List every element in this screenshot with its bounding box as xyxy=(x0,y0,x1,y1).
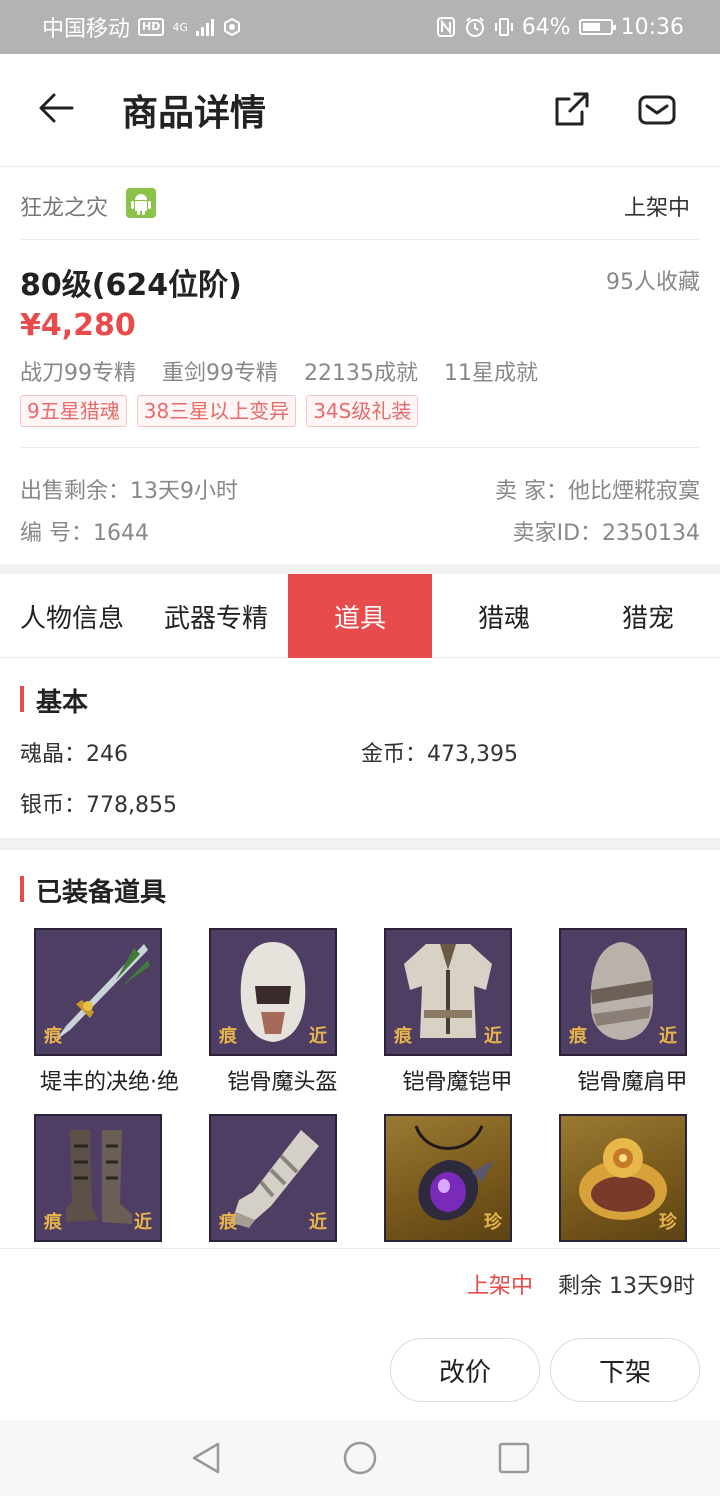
tab-items[interactable]: 道具 xyxy=(288,574,432,658)
shoulder-armor-icon: 痕 近 xyxy=(559,928,687,1056)
price: ¥4,280 xyxy=(20,308,136,343)
battery-percent: 64% xyxy=(521,14,571,40)
equipped-items-grid: 痕 堤丰的决绝·绝 痕 近 铠骨魔头盔 痕 近 铠骨魔铠甲 痕 近 铠骨魔肩甲 … xyxy=(0,928,720,1248)
feature-badge: 38三星以上变异 xyxy=(136,395,297,427)
listing-number: 编 号：1644 xyxy=(20,521,149,546)
android-icon xyxy=(126,188,156,218)
favorites-count: 95人收藏 xyxy=(606,270,700,295)
tab-soul-hunting[interactable]: 猎魂 xyxy=(432,574,576,658)
nav-recents-icon[interactable] xyxy=(496,1440,532,1476)
tag: 22135成就 xyxy=(304,361,418,386)
tag: 战刀99专精 xyxy=(20,361,136,386)
basic-section-title: 基本 xyxy=(20,682,88,719)
change-price-button[interactable]: 改价 xyxy=(390,1338,540,1402)
gold-value: 金币：473,395 xyxy=(361,742,518,767)
network-type: 4G xyxy=(172,20,188,34)
game-name: 狂龙之灾 xyxy=(20,196,109,221)
tab-bar: 人物信息 武器专精 道具 猎魂 猎宠 xyxy=(0,574,720,658)
tab-weapon-mastery[interactable]: 武器专精 xyxy=(144,574,288,658)
equipped-section-title: 已装备道具 xyxy=(20,872,166,909)
footer-divider xyxy=(0,1248,720,1249)
item-tag: 近 xyxy=(309,1026,327,1047)
tag: 11星成就 xyxy=(444,361,538,386)
seller-id: 卖家ID：2350134 xyxy=(512,521,700,546)
seller-name: 卖 家：他比煙糀寂寞 xyxy=(495,479,700,504)
item-tag: 痕 xyxy=(569,1026,587,1047)
item-tag: 珍 xyxy=(484,1212,502,1233)
game-row: 狂龙之灾 上架中 xyxy=(20,168,700,240)
item-name: 铠骨魔铠甲 xyxy=(402,1070,513,1095)
tab-pets[interactable]: 猎宠 xyxy=(576,574,720,658)
page-title: 商品详情 xyxy=(122,93,267,134)
back-arrow-icon[interactable] xyxy=(36,88,76,128)
clock: 10:36 xyxy=(620,14,684,40)
boots-icon: 痕 近 xyxy=(34,1114,162,1242)
helmet-icon: 痕 近 xyxy=(209,928,337,1056)
item-name: 堤丰的决绝·绝 xyxy=(40,1070,179,1095)
item-tag: 痕 xyxy=(219,1026,237,1047)
footer-status: 上架中 xyxy=(467,1274,534,1299)
sword-icon: 痕 xyxy=(34,928,162,1056)
nav-back-icon[interactable] xyxy=(188,1440,224,1476)
tags-row: 战刀99专精 重剑99专精 22135成就 11星成就 xyxy=(20,355,538,387)
item-tag: 痕 xyxy=(394,1026,412,1047)
amulet-icon: 珍 xyxy=(384,1114,512,1242)
section-gap xyxy=(0,564,720,574)
item-tag: 痕 xyxy=(219,1212,237,1233)
armor-icon: 痕 近 xyxy=(384,928,512,1056)
badges-row: 9五星猎魂 38三星以上变异 34S级礼装 xyxy=(20,395,419,427)
item-tag: 近 xyxy=(659,1026,677,1047)
bracelet-icon: 珍 xyxy=(559,1114,687,1242)
feature-badge: 34S级礼装 xyxy=(306,395,419,427)
app-header: 商品详情 xyxy=(0,54,720,167)
item-name: 铠骨魔头盔 xyxy=(227,1070,338,1095)
battery-icon xyxy=(578,19,616,35)
status-bar: 中国移动 HD 4G 64% 10:36 xyxy=(0,0,720,54)
signal-icon xyxy=(195,18,214,36)
share-icon[interactable] xyxy=(553,90,591,128)
alarm-icon xyxy=(465,17,484,37)
silver-value: 银币：778,855 xyxy=(20,793,177,818)
nav-home-icon[interactable] xyxy=(342,1440,378,1476)
mail-icon[interactable] xyxy=(637,92,677,128)
item-tag: 近 xyxy=(309,1212,327,1233)
listing-status: 上架中 xyxy=(623,196,690,221)
level-title: 80级(624位阶) xyxy=(20,268,242,303)
item-name: 铠骨魔肩甲 xyxy=(577,1070,688,1095)
section-gap xyxy=(0,838,720,850)
hd-badge: HD xyxy=(138,18,165,36)
footer-remaining: 剩余 13天9时 xyxy=(558,1274,695,1299)
item-tag: 痕 xyxy=(44,1212,62,1233)
nfc-icon xyxy=(436,17,455,37)
hexagon-icon xyxy=(223,17,240,37)
sale-remaining: 出售剩余：13天9小时 xyxy=(20,479,238,504)
item-tag: 近 xyxy=(484,1026,502,1047)
delist-button[interactable]: 下架 xyxy=(550,1338,700,1402)
tab-character-info[interactable]: 人物信息 xyxy=(0,574,144,658)
feature-badge: 9五星猎魂 xyxy=(20,395,127,427)
carrier-label: 中国移动 xyxy=(42,17,131,42)
system-nav-bar xyxy=(0,1420,720,1496)
item-tag: 珍 xyxy=(659,1212,677,1233)
item-tag: 近 xyxy=(134,1212,152,1233)
divider xyxy=(20,447,700,448)
tag: 重剑99专精 xyxy=(162,361,278,386)
soul-crystal-value: 魂晶：246 xyxy=(20,742,128,767)
vibrate-icon xyxy=(494,18,513,36)
gauntlet-icon: 痕 近 xyxy=(209,1114,337,1242)
item-tag: 痕 xyxy=(44,1026,62,1047)
